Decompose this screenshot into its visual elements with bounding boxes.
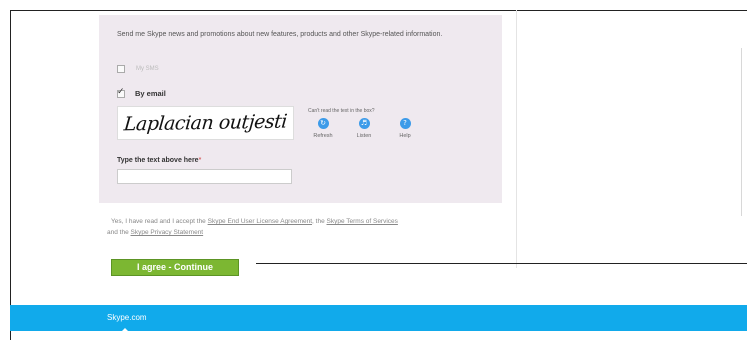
terms-link[interactable]: Skype Terms of Services xyxy=(327,218,398,225)
footer-notch-indicator xyxy=(121,328,129,332)
footer-bar: Skype.com xyxy=(10,305,747,332)
required-mark: * xyxy=(198,157,202,164)
email-checkbox[interactable] xyxy=(117,87,125,98)
help-button[interactable]: ? Help xyxy=(385,118,425,139)
legal-sep2: and the xyxy=(107,229,131,236)
refresh-button[interactable]: ↻ Refresh xyxy=(303,118,343,139)
listen-label: Listen xyxy=(356,133,372,139)
refresh-label: Refresh xyxy=(313,133,333,139)
captcha-input-label-text: Type the text above here xyxy=(117,157,199,164)
promo-text: Send me Skype news and promotions about … xyxy=(117,31,443,38)
help-label: Help xyxy=(399,133,411,139)
sms-checkbox[interactable] xyxy=(117,65,125,73)
column-divider xyxy=(516,10,517,268)
legal-sep1: , the xyxy=(312,218,327,225)
listen-button[interactable]: ♬ Listen xyxy=(344,118,384,139)
speaker-icon[interactable]: ♬ xyxy=(358,118,370,129)
captcha-input-label: Type the text above here* xyxy=(117,157,201,164)
help-icon[interactable]: ? xyxy=(399,118,411,129)
refresh-icon[interactable]: ↻ xyxy=(317,118,329,129)
legal-prefix: Yes, I have read and I accept the xyxy=(111,218,208,225)
email-label: By email xyxy=(135,89,166,98)
captcha-image: Laplacian outjesti xyxy=(117,106,294,140)
legal-text: Yes, I have read and I accept the Skype … xyxy=(107,216,501,238)
footer-skype-link[interactable]: Skype.com xyxy=(107,313,147,322)
scroll-edge xyxy=(741,48,742,216)
agree-continue-button[interactable]: I agree - Continue xyxy=(111,259,239,276)
eula-link[interactable]: Skype End User License Agreement xyxy=(208,218,312,225)
captcha-image-text: Laplacian outjesti xyxy=(122,110,288,136)
captcha-help-text: Can't read the text in the box? xyxy=(308,108,375,114)
captcha-input[interactable] xyxy=(117,169,292,184)
annotation-line xyxy=(256,263,747,264)
sms-option[interactable]: My SMS xyxy=(117,65,159,73)
privacy-link[interactable]: Skype Privacy Statement xyxy=(131,229,204,236)
sms-label: My SMS xyxy=(136,66,159,72)
email-option[interactable]: By email xyxy=(117,87,166,98)
